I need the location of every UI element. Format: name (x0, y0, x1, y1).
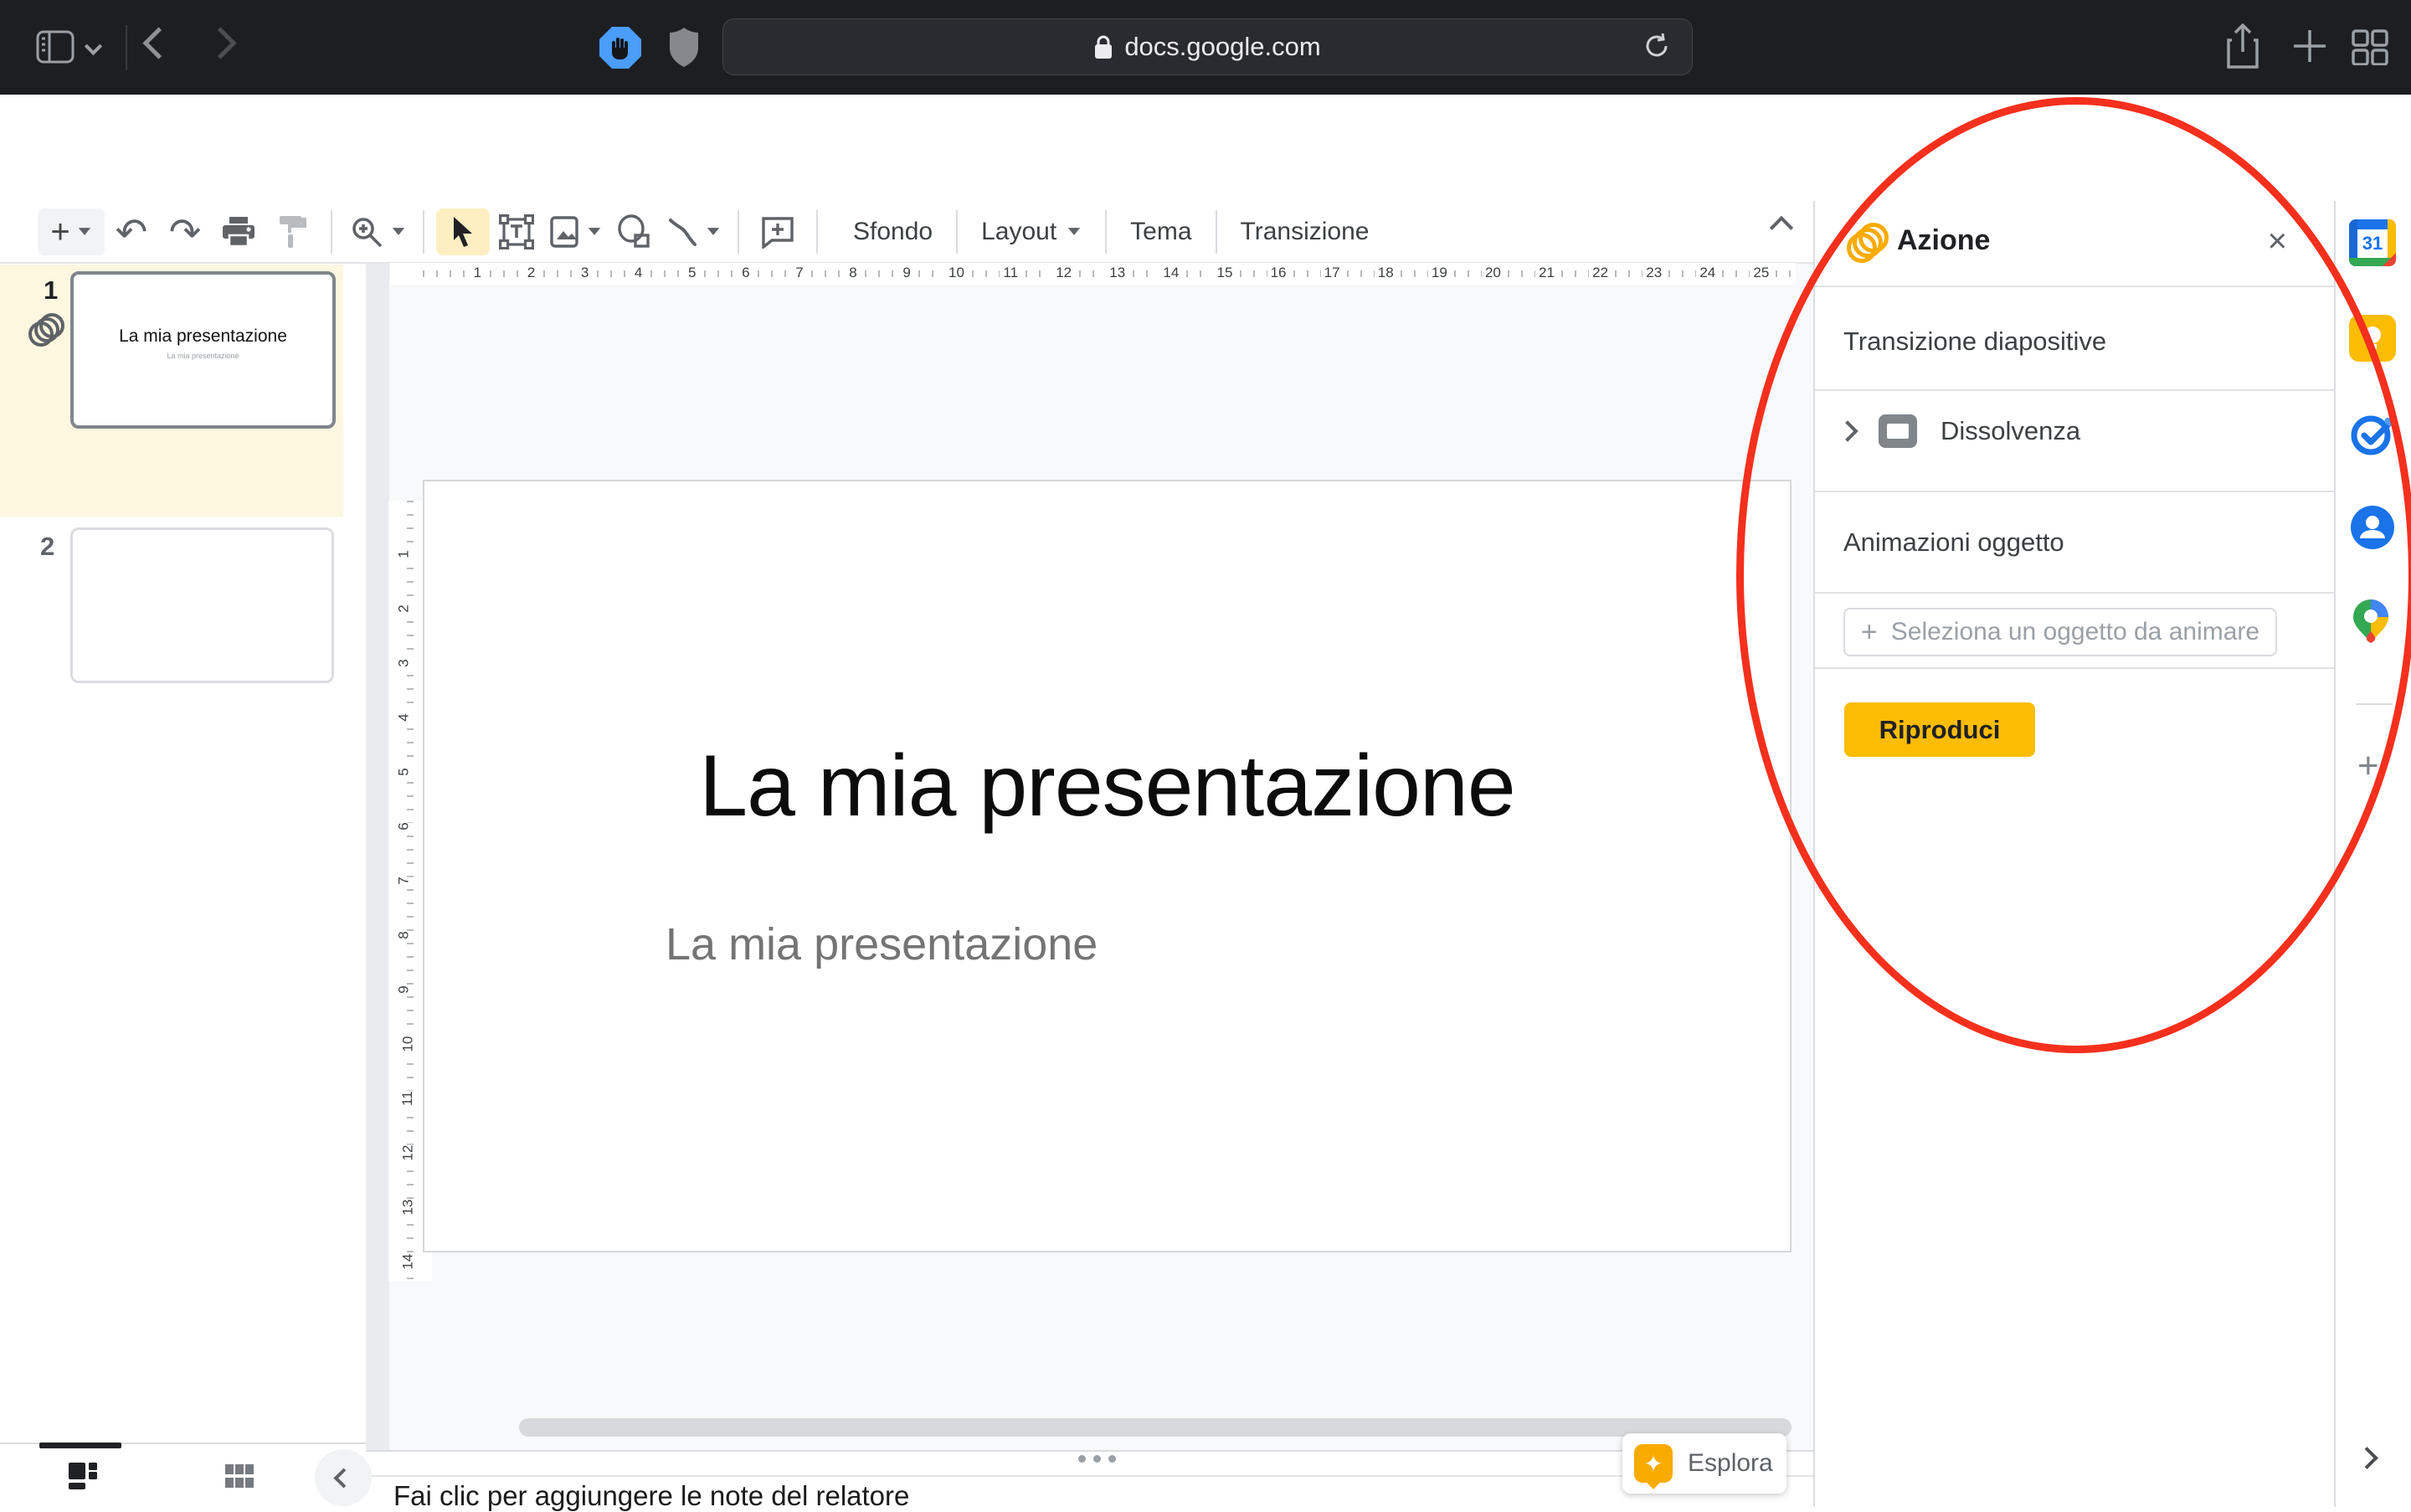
new-slide-button[interactable]: + (38, 208, 105, 255)
plus-icon: + (1861, 618, 1878, 646)
transition-name: Dissolvenza (1941, 416, 2080, 446)
layout-label: Layout (981, 218, 1056, 246)
sidebar-options-chevron-icon[interactable] (87, 40, 100, 57)
insert-comment-button[interactable] (751, 208, 805, 255)
explore-sparkle-icon: ✦ (1634, 1444, 1673, 1483)
transition-slide-icon (1879, 414, 1917, 448)
thumb-subtitle: La mia presentazione (74, 352, 332, 360)
insert-image-button[interactable] (543, 208, 607, 255)
google-side-panel: 31 + (2334, 201, 2411, 1507)
speaker-notes-bar[interactable]: Fai clic per aggiungere le note del rela… (366, 1475, 1813, 1509)
object-animations-heading: Animazioni oggetto (1815, 527, 2334, 558)
speaker-notes-placeholder[interactable]: Fai clic per aggiungere le note del rela… (393, 1480, 909, 1512)
slide-number: 1 (44, 275, 58, 306)
insert-line-button[interactable] (661, 208, 726, 255)
grid-view-button[interactable] (224, 1461, 254, 1491)
select-object-button[interactable]: + Seleziona un oggetto da animare (1843, 608, 2277, 656)
sidebar-toggle-icon[interactable] (36, 30, 75, 64)
slide-thumbnail-2[interactable] (70, 527, 334, 683)
collapse-side-panel-chevron[interactable] (2359, 1450, 2375, 1470)
thumb-title: La mia presentazione (74, 327, 332, 347)
print-button[interactable] (212, 208, 265, 255)
slide-number: 2 (40, 532, 54, 562)
theme-button[interactable]: Tema (1107, 218, 1215, 246)
motion-panel: Azione × Transizione diapositive Dissolv… (1813, 201, 2334, 1507)
slide-page[interactable]: La mia presentazione La mia presentazion… (423, 480, 1792, 1252)
google-slides-window: { "browser": { "url": "docs.google.com" … (0, 0, 2411, 1507)
insert-shape-button[interactable] (607, 208, 661, 255)
toolbar: + ↶ ↷ (0, 201, 1813, 264)
zoom-button[interactable] (344, 208, 411, 255)
plus-icon: + (50, 215, 69, 249)
contacts-icon[interactable] (2349, 504, 2396, 551)
panel-divider (1815, 667, 2334, 669)
content-blocker-hand-icon[interactable] (599, 27, 641, 69)
collapse-filmstrip-button[interactable] (315, 1449, 372, 1506)
explore-button[interactable]: ✦ Esplora (1622, 1433, 1786, 1494)
tasks-icon[interactable] (2349, 410, 2396, 457)
panel-divider (1815, 491, 2334, 492)
undo-button[interactable]: ↶ (105, 208, 158, 255)
app-header: Presentazione senza titolo ☆ FileModific… (0, 95, 2411, 203)
chrome-divider (126, 25, 127, 70)
back-button[interactable] (147, 32, 170, 59)
select-object-label: Seleziona un oggetto da animare (1891, 618, 2259, 646)
horizontal-scrollbar[interactable] (519, 1418, 1792, 1437)
url-text: docs.google.com (1124, 32, 1320, 62)
forward-button[interactable] (209, 32, 232, 59)
maps-icon[interactable] (2349, 598, 2396, 645)
keep-icon[interactable] (2349, 315, 2396, 362)
motion-panel-header: Azione × (1815, 201, 2334, 287)
ruler-corner (390, 263, 423, 285)
calendar-icon[interactable]: 31 (2349, 219, 2396, 266)
motion-icon (1847, 223, 1887, 261)
transition-button[interactable]: Transizione (1217, 218, 1393, 246)
reload-icon[interactable] (1642, 31, 1672, 61)
ruler-unit: 1 (423, 263, 476, 285)
explore-label: Esplora (1688, 1449, 1773, 1478)
address-bar[interactable]: docs.google.com (722, 18, 1693, 75)
redo-button[interactable]: ↷ (158, 208, 212, 255)
slide-filmstrip: 1 La mia presentazione La mia presentazi… (0, 264, 368, 1443)
share-page-icon[interactable] (2225, 23, 2260, 70)
slide-thumbnail-1[interactable]: La mia presentazione La mia presentazion… (70, 271, 336, 429)
notes-resize-handle[interactable] (1078, 1455, 1116, 1463)
active-view-indicator (39, 1443, 121, 1448)
text-box-button[interactable] (490, 208, 543, 255)
selected-slide-row[interactable]: 1 La mia presentazione La mia presentazi… (0, 265, 343, 517)
panel-title: Azione (1897, 224, 1990, 257)
background-button[interactable]: Sfondo (830, 218, 956, 246)
tab-overview-icon[interactable] (2351, 28, 2389, 65)
transition-row[interactable]: Dissolvenza (1815, 414, 2334, 448)
filmstrip-footer (0, 1443, 366, 1509)
expand-transition-chevron[interactable] (1837, 420, 1858, 441)
collapse-toolbar-chevron[interactable] (1773, 219, 1790, 240)
panel-divider (1815, 592, 2334, 594)
layout-button[interactable]: Layout (958, 218, 1105, 246)
panel-divider (1815, 389, 2334, 391)
filmstrip-view-button[interactable] (67, 1461, 99, 1491)
select-tool-button[interactable] (436, 208, 490, 255)
slide-motion-icon (28, 313, 62, 347)
canvas-gutter (366, 264, 389, 1450)
slide-transition-heading: Transizione diapositive (1815, 327, 2334, 357)
slide-title-text[interactable]: La mia presentazione (424, 737, 1790, 836)
lock-icon (1094, 34, 1113, 59)
browser-chrome: docs.google.com (0, 0, 2411, 96)
new-tab-icon[interactable] (2290, 27, 2329, 65)
get-addons-button[interactable]: + (2357, 745, 2379, 787)
editing-canvas: 1234567891011121314151617181920212223242… (366, 264, 1813, 1452)
close-panel-icon[interactable]: × (2268, 224, 2287, 258)
play-button[interactable]: Riproduci (1844, 702, 2035, 757)
slide-subtitle-text[interactable]: La mia presentazione (666, 918, 1098, 970)
sidebar-divider (2356, 703, 2393, 705)
horizontal-ruler: 1234567891011121314151617181920212223242… (423, 263, 1796, 285)
paint-format-button[interactable] (265, 208, 319, 255)
privacy-shield-icon[interactable] (668, 27, 700, 69)
